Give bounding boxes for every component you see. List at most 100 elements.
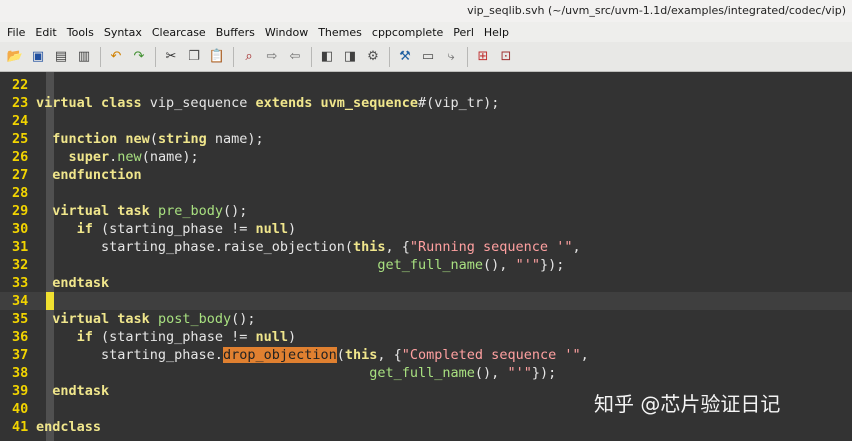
code-token: if bbox=[76, 221, 102, 237]
find-prev-icon[interactable]: ⇦ bbox=[286, 48, 304, 66]
code-token: , { bbox=[385, 239, 410, 255]
line-number: 33 bbox=[12, 275, 29, 291]
code-line[interactable]: 37 starting_phase.drop_objection(this, {… bbox=[0, 346, 589, 364]
code-token: this bbox=[344, 347, 378, 363]
menu-syntax[interactable]: Syntax bbox=[99, 26, 147, 39]
find-next-icon[interactable]: ⇨ bbox=[263, 48, 281, 66]
code-line[interactable]: 39 endtask bbox=[0, 382, 109, 400]
menu-edit[interactable]: Edit bbox=[30, 26, 61, 39]
menu-window[interactable]: Window bbox=[260, 26, 313, 39]
tags-icon[interactable]: ⤷ bbox=[442, 48, 460, 66]
code-line[interactable]: 40 bbox=[0, 400, 36, 418]
code-line[interactable]: 38 get_full_name(), "'"}); bbox=[0, 364, 556, 382]
menu-perl[interactable]: Perl bbox=[448, 26, 479, 39]
save-all-icon[interactable]: ▤ bbox=[52, 48, 70, 66]
line-number: 39 bbox=[12, 383, 29, 399]
code-line[interactable]: 28 bbox=[0, 184, 36, 202]
run-script-icon[interactable]: ⚙ bbox=[364, 48, 382, 66]
code-token: new bbox=[117, 149, 142, 165]
code-line[interactable]: 34 bbox=[0, 292, 36, 310]
menu-help[interactable]: Help bbox=[479, 26, 514, 39]
code-token: "'" bbox=[515, 257, 540, 273]
load-session-icon[interactable]: ◧ bbox=[318, 48, 336, 66]
toolbar-separator bbox=[233, 46, 234, 67]
code-line[interactable]: 25 function new(string name); bbox=[0, 130, 264, 148]
code-token: , bbox=[580, 347, 589, 363]
help-icon[interactable]: ⊞ bbox=[474, 48, 492, 66]
code-token: uvm_sequence bbox=[320, 95, 419, 111]
copy-icon[interactable]: ❐ bbox=[185, 48, 203, 66]
code-token: null bbox=[255, 221, 288, 237]
toolbar-separator bbox=[467, 46, 468, 67]
code-line[interactable]: 24 bbox=[0, 112, 36, 130]
code-token: this bbox=[352, 239, 386, 255]
code-line[interactable]: 35 virtual task post_body(); bbox=[0, 310, 255, 328]
code-line[interactable]: 23 virtual class vip_sequence extends uvm… bbox=[0, 94, 499, 112]
code-editor[interactable]: 22 23 virtual class vip_sequence extends u… bbox=[0, 72, 852, 441]
code-token: name); bbox=[214, 131, 264, 147]
code-line[interactable]: 29 virtual task pre_body(); bbox=[0, 202, 247, 220]
search-highlight: drop_objection bbox=[222, 347, 337, 363]
code-token: endfunction bbox=[52, 167, 142, 183]
code-token: virtual task bbox=[52, 311, 158, 327]
code-token: "Completed sequence '" bbox=[401, 347, 581, 363]
undo-icon[interactable]: ↶ bbox=[107, 48, 125, 66]
line-number: 32 bbox=[12, 257, 29, 273]
line-number: 30 bbox=[12, 221, 29, 237]
code-token: super bbox=[68, 149, 110, 165]
paste-icon[interactable]: 📋 bbox=[208, 48, 226, 66]
redo-icon[interactable]: ↷ bbox=[130, 48, 148, 66]
code-token: (); bbox=[222, 203, 248, 219]
code-token: endtask bbox=[52, 383, 110, 399]
line-number: 24 bbox=[12, 113, 29, 129]
find-help-icon[interactable]: ⊡ bbox=[497, 48, 515, 66]
line-number: 27 bbox=[12, 167, 29, 183]
print-icon[interactable]: ▥ bbox=[75, 48, 93, 66]
menu-cppcomplete[interactable]: cppcomplete bbox=[367, 26, 448, 39]
menu-themes[interactable]: Themes bbox=[313, 26, 367, 39]
find-icon[interactable]: ⌕ bbox=[240, 48, 258, 66]
code-token: pre_body bbox=[157, 203, 223, 219]
menu-tools[interactable]: Tools bbox=[62, 26, 99, 39]
save-session-icon[interactable]: ◨ bbox=[341, 48, 359, 66]
code-line[interactable]: 30 if (starting_phase != null) bbox=[0, 220, 296, 238]
watermark: 知乎 @芯片验证日记 bbox=[594, 392, 781, 416]
line-number: 36 bbox=[12, 329, 29, 345]
code-token: function bbox=[52, 131, 126, 147]
code-line[interactable]: 33 endtask bbox=[0, 274, 109, 292]
code-token: virtual class bbox=[36, 95, 150, 111]
code-line[interactable]: 32 get_full_name(), "'"}); bbox=[0, 256, 564, 274]
code-token: ) bbox=[287, 329, 297, 345]
code-token: new bbox=[125, 131, 150, 147]
save-icon[interactable]: ▣ bbox=[29, 48, 47, 66]
code-line[interactable]: 36 if (starting_phase != null) bbox=[0, 328, 296, 346]
menu-clearcase[interactable]: Clearcase bbox=[147, 26, 211, 39]
code-token: #(vip_tr); bbox=[418, 95, 500, 111]
code-token: string bbox=[157, 131, 215, 147]
code-line[interactable]: 22 bbox=[0, 76, 36, 94]
code-line[interactable]: 31 starting_phase.raise_objection(this, … bbox=[0, 238, 581, 256]
current-line-highlight bbox=[0, 292, 852, 310]
code-token: starting_phase. bbox=[36, 347, 223, 363]
code-line[interactable]: 27 endfunction bbox=[0, 166, 142, 184]
code-token: endtask bbox=[52, 275, 110, 291]
code-token: extends bbox=[255, 95, 321, 111]
menu-file[interactable]: File bbox=[2, 26, 30, 39]
toolbar-separator bbox=[100, 46, 101, 67]
open-icon[interactable]: 📂 bbox=[6, 48, 24, 66]
code-token: (name); bbox=[141, 149, 199, 165]
cut-icon[interactable]: ✂ bbox=[162, 48, 180, 66]
code-line[interactable]: 26 super.new(name); bbox=[0, 148, 199, 166]
code-token: (); bbox=[231, 311, 256, 327]
line-number: 34 bbox=[12, 293, 29, 309]
menu-buffers[interactable]: Buffers bbox=[211, 26, 260, 39]
shell-icon[interactable]: ▭ bbox=[419, 48, 437, 66]
code-line[interactable]: 41 endclass bbox=[0, 418, 101, 436]
make-icon[interactable]: ⚒ bbox=[396, 48, 414, 66]
